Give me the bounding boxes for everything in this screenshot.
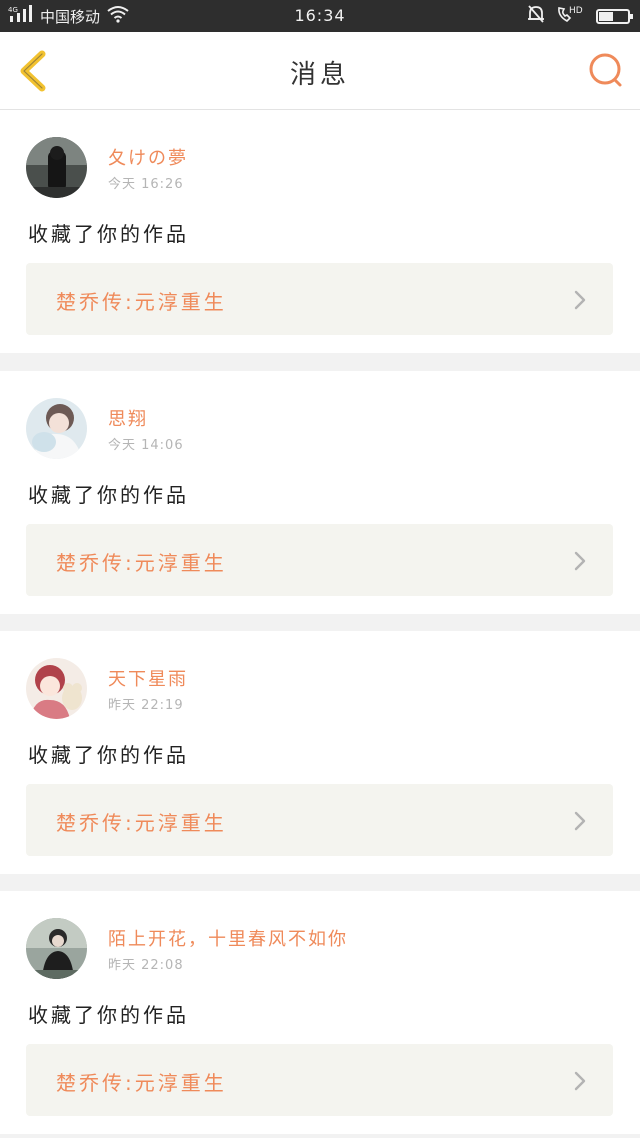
battery-level: [599, 11, 613, 21]
status-right: HD: [526, 4, 633, 28]
work-title: 楚乔传:元淳重生: [56, 811, 227, 835]
work-link[interactable]: 楚乔传:元淳重生: [26, 524, 613, 596]
work-link[interactable]: 楚乔传:元淳重生: [26, 784, 613, 856]
timestamp: 今天 16:26: [108, 177, 184, 192]
message-card[interactable]: 陌上开花，十里春风不如你 昨天 22:08 收藏了你的作品 楚乔传:元淳重生: [0, 891, 640, 1134]
timestamp: 昨天 22:19: [108, 698, 184, 713]
chevron-right-icon: [574, 811, 586, 831]
bell-muted-icon: [526, 4, 546, 28]
message-card[interactable]: 天下星雨 昨天 22:19 收藏了你的作品 楚乔传:元淳重生: [0, 631, 640, 874]
username[interactable]: 夂けの夢: [108, 144, 188, 170]
chevron-right-icon: [574, 290, 586, 310]
work-link[interactable]: 楚乔传:元淳重生: [26, 1044, 613, 1116]
work-title: 楚乔传:元淳重生: [56, 551, 227, 575]
chevron-right-icon: [574, 1071, 586, 1091]
avatar[interactable]: [26, 658, 87, 719]
username[interactable]: 天下星雨: [108, 665, 188, 691]
message-card[interactable]: 思翔 今天 14:06 收藏了你的作品 楚乔传:元淳重生: [0, 371, 640, 614]
phone-hd-icon: HD: [556, 4, 586, 28]
battery-icon: [596, 8, 633, 24]
avatar[interactable]: [26, 137, 87, 198]
chevron-right-icon: [574, 551, 586, 571]
avatar[interactable]: [26, 398, 87, 459]
work-title: 楚乔传:元淳重生: [56, 1071, 227, 1095]
search-icon[interactable]: [586, 50, 626, 90]
work-title: 楚乔传:元淳重生: [56, 290, 227, 314]
message-card[interactable]: 夂けの夢 今天 16:26 收藏了你的作品 楚乔传:元淳重生: [0, 110, 640, 353]
timestamp: 昨天 22:08: [108, 958, 184, 973]
avatar[interactable]: [26, 918, 87, 979]
username[interactable]: 思翔: [108, 405, 148, 431]
action-text: 收藏了你的作品: [28, 743, 189, 767]
action-text: 收藏了你的作品: [28, 222, 189, 246]
action-text: 收藏了你的作品: [28, 1003, 189, 1027]
timestamp: 今天 14:06: [108, 438, 184, 453]
work-link[interactable]: 楚乔传:元淳重生: [26, 263, 613, 335]
status-bar: 4G 中国移动 16:34 HD: [0, 0, 640, 32]
page-title: 消息: [289, 60, 350, 90]
nav-bar: 消息: [0, 32, 640, 110]
call-hd-label: HD: [569, 6, 583, 16]
action-text: 收藏了你的作品: [28, 483, 189, 507]
username[interactable]: 陌上开花，十里春风不如你: [108, 925, 348, 951]
